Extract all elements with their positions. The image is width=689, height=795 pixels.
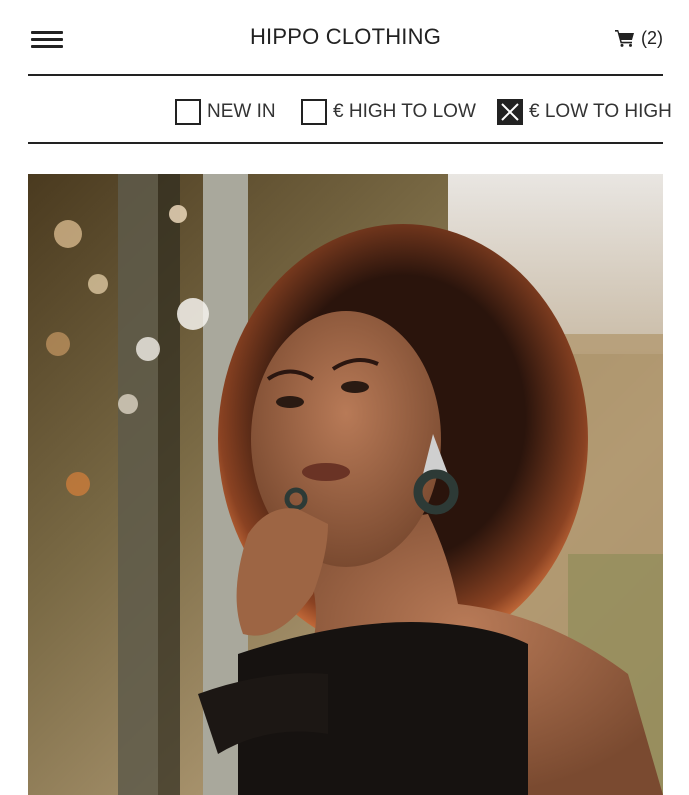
filter-new-in[interactable]: NEW IN <box>175 99 276 125</box>
site-header: HIPPO CLOTHING (2) <box>28 0 663 76</box>
hero-image <box>28 174 663 795</box>
filter-price-low-to-high[interactable]: € LOW TO HIGH <box>497 99 672 125</box>
filter-price-high-to-low[interactable]: € HIGH TO LOW <box>301 99 476 125</box>
cart-button[interactable]: (2) <box>615 27 663 49</box>
high-to-low-checkbox[interactable] <box>301 99 327 125</box>
sort-filter-bar: NEW IN € HIGH TO LOW € LOW TO HIGH <box>28 76 672 144</box>
filter-label: € LOW TO HIGH <box>529 101 672 122</box>
new-in-checkbox[interactable] <box>175 99 201 125</box>
shopping-cart-icon <box>615 30 634 47</box>
filter-label: NEW IN <box>207 101 276 122</box>
brand-title[interactable]: HIPPO CLOTHING <box>28 24 663 50</box>
filter-label: € HIGH TO LOW <box>333 101 476 122</box>
check-x-icon <box>501 103 519 121</box>
model-photo <box>28 174 663 795</box>
cart-count: (2) <box>641 27 663 48</box>
low-to-high-checkbox[interactable] <box>497 99 523 125</box>
